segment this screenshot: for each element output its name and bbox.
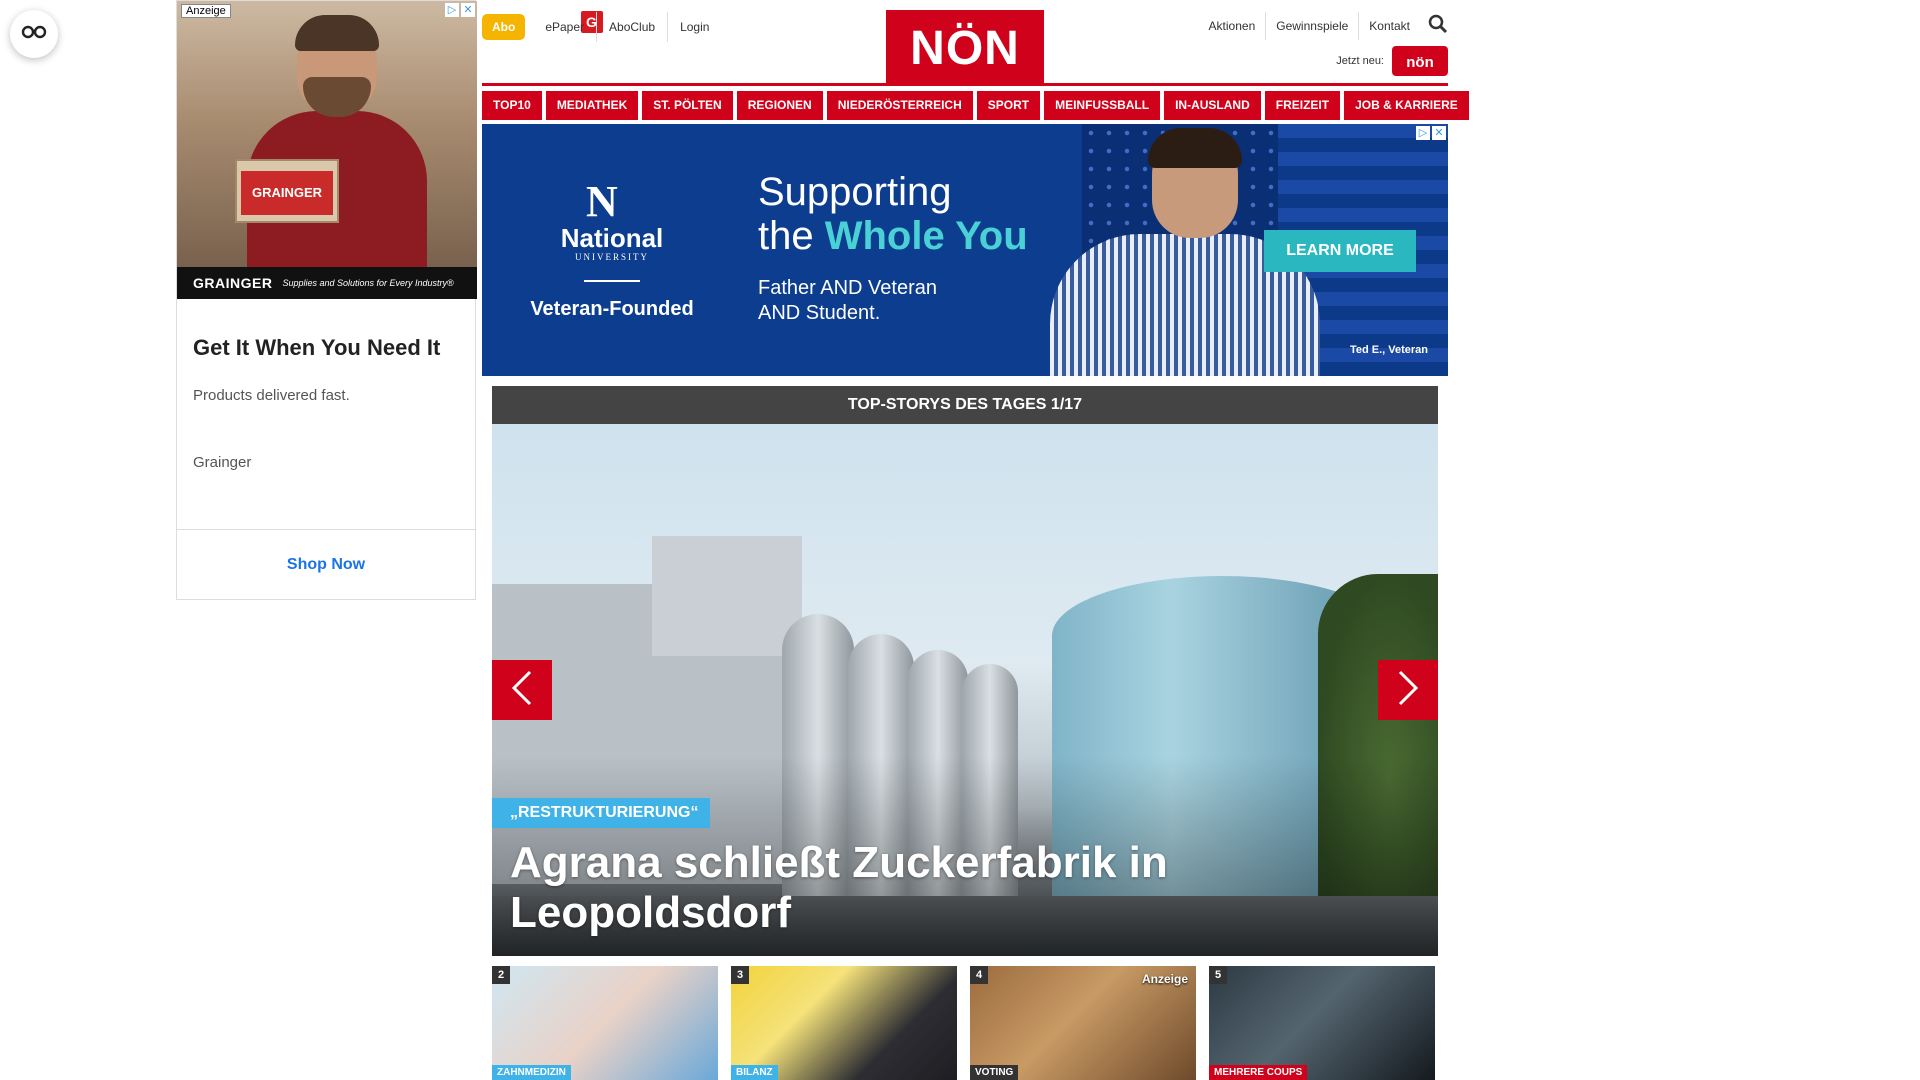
reader-toggle-button[interactable] <box>10 10 58 58</box>
ad-tagline: Supplies and Solutions for Every Industr… <box>282 278 454 288</box>
nav-item-job-karriere[interactable]: JOB & KARRIERE <box>1344 91 1469 120</box>
site-logo[interactable]: NÖN <box>886 10 1044 84</box>
banner-adchoices[interactable]: ▷ ✕ <box>1416 126 1446 140</box>
story-thumbnails: 2 ZAHNMEDIZIN 3 BILANZ 4 Anzeige VOTING … <box>492 966 1438 1080</box>
login-link[interactable]: Login <box>667 12 721 42</box>
search-icon[interactable] <box>1428 14 1448 39</box>
banner-headline-pre: the <box>758 214 825 258</box>
thumb-anzeige: Anzeige <box>1141 972 1188 986</box>
ad-brand: GRAINGER <box>193 275 273 291</box>
story-thumb[interactable]: 3 BILANZ <box>731 966 957 1080</box>
banner-subline: Father AND Veteran AND Student. <box>758 276 937 326</box>
nav-item-meinfussball[interactable]: MEINFUSSBALL <box>1044 91 1161 120</box>
gewinnspiele-link[interactable]: Gewinnspiele <box>1265 12 1358 40</box>
right-links: Aktionen Gewinnspiele Kontakt <box>1199 12 1448 40</box>
aktionen-link[interactable]: Aktionen <box>1199 12 1266 40</box>
top-stories-bar: TOP-STORYS DES TAGES 1/17 <box>492 386 1438 424</box>
ad-advertiser[interactable]: G Grainger <box>177 11 603 471</box>
nav-item-in-ausland[interactable]: IN-AUSLAND <box>1164 91 1261 120</box>
nav-item-top10[interactable]: TOP10 <box>482 91 542 120</box>
ad-brandbar: GRAINGER Supplies and Solutions for Ever… <box>177 267 477 299</box>
hero-building-top <box>652 536 802 656</box>
banner-headline-highlight: Whole You <box>824 214 1028 258</box>
carousel-next-button[interactable] <box>1378 660 1438 720</box>
thumb-tag: BILANZ <box>731 1065 778 1080</box>
banner-credit: Ted E., Veteran <box>1349 344 1428 356</box>
adchoices-icon[interactable]: ▷ <box>445 3 459 17</box>
shop-now-button[interactable]: Shop Now <box>177 529 475 599</box>
thumb-tag: MEHRERE COUPS <box>1209 1065 1308 1080</box>
thumb-number: 4 <box>970 966 988 984</box>
thumb-tag: VOTING <box>970 1065 1019 1080</box>
university-mark-icon: N <box>586 177 618 226</box>
banner-ad[interactable]: ▷ ✕ N National UNIVERSITY Veteran-Founde… <box>482 124 1448 376</box>
header-divider <box>482 83 1448 86</box>
banner-headline: Supporting the Whole You <box>758 170 1028 258</box>
close-icon[interactable]: ✕ <box>461 3 475 17</box>
story-kicker[interactable]: „RESTRUKTURIERUNG“ <box>492 798 711 828</box>
main-nav: TOP10 MEDIATHEK ST. PÖLTEN REGIONEN NIED… <box>482 91 1469 120</box>
top-links: Abo ePaper AboClub Login <box>482 12 721 42</box>
nav-item-regionen[interactable]: REGIONEN <box>736 91 823 120</box>
jetzt-neu[interactable]: Jetzt neu: nön <box>1336 46 1448 76</box>
ad-badge: Anzeige <box>181 4 231 18</box>
nav-item-freizeit[interactable]: FREIZEIT <box>1264 91 1341 120</box>
thumb-tag: ZAHNMEDIZIN <box>492 1065 571 1080</box>
thumb-number: 2 <box>492 966 510 984</box>
chevron-right-icon <box>1397 670 1419 711</box>
hero-story[interactable]: „RESTRUKTURIERUNG“ Agrana schließt Zucke… <box>492 424 1438 956</box>
site-header: Abo ePaper AboClub Login NÖN Aktionen Ge… <box>482 0 1448 86</box>
sidebar-ad[interactable]: GRAINGER Anzeige ▷ ✕ GRAINGER Supplies a… <box>176 0 603 600</box>
ad-photo[interactable]: GRAINGER Anzeige ▷ ✕ GRAINGER Supplies a… <box>177 1 477 299</box>
jetzt-neu-label: Jetzt neu: <box>1336 55 1384 67</box>
ad-headline[interactable]: Get It When You Need It <box>177 299 475 361</box>
banner-subline-1: Father AND Veteran <box>758 277 937 299</box>
close-icon[interactable]: ✕ <box>1432 126 1446 140</box>
mini-logo[interactable]: nön <box>1392 46 1448 76</box>
adchoices-icon[interactable]: ▷ <box>1416 126 1430 140</box>
university-sub: UNIVERSITY <box>575 252 649 262</box>
carousel-prev-button[interactable] <box>492 660 552 720</box>
thumb-number: 5 <box>1209 966 1227 984</box>
abo-button[interactable]: Abo <box>482 14 526 40</box>
aboclub-link[interactable]: AboClub <box>596 12 667 42</box>
nav-item-sport[interactable]: SPORT <box>976 91 1041 120</box>
story-thumb[interactable]: 4 Anzeige VOTING <box>970 966 1196 1080</box>
story-title[interactable]: Agrana schließt Zuckerfabrik in Leopolds… <box>510 838 1290 938</box>
banner-headline-line1: Supporting <box>758 170 952 214</box>
nav-item-niederoesterreich[interactable]: NIEDERÖSTERREICH <box>826 91 973 120</box>
ad-person-hair <box>1148 128 1242 168</box>
chevron-left-icon <box>511 670 533 711</box>
glasses-icon <box>21 25 47 44</box>
learn-more-button[interactable]: LEARN MORE <box>1264 230 1416 272</box>
banner-subline-2: AND Student. <box>758 302 881 324</box>
story-thumb[interactable]: 2 ZAHNMEDIZIN <box>492 966 718 1080</box>
ad-description: Products delivered fast. <box>193 387 350 404</box>
kontakt-link[interactable]: Kontakt <box>1358 12 1420 40</box>
epaper-link[interactable]: ePaper <box>533 12 596 42</box>
ad-advertiser-name: Grainger <box>193 454 252 471</box>
nav-item-mediathek[interactable]: MEDIATHEK <box>545 91 639 120</box>
thumb-number: 3 <box>731 966 749 984</box>
adchoices[interactable]: ▷ ✕ <box>445 3 475 17</box>
nav-item-st-poelten[interactable]: ST. PÖLTEN <box>642 91 733 120</box>
veteran-founded: Veteran-Founded <box>530 298 694 320</box>
university-rule <box>584 280 640 282</box>
university-name: National <box>560 223 664 253</box>
box-label: GRAINGER <box>241 171 333 215</box>
story-thumb[interactable]: 5 MEHRERE COUPS <box>1209 966 1435 1080</box>
